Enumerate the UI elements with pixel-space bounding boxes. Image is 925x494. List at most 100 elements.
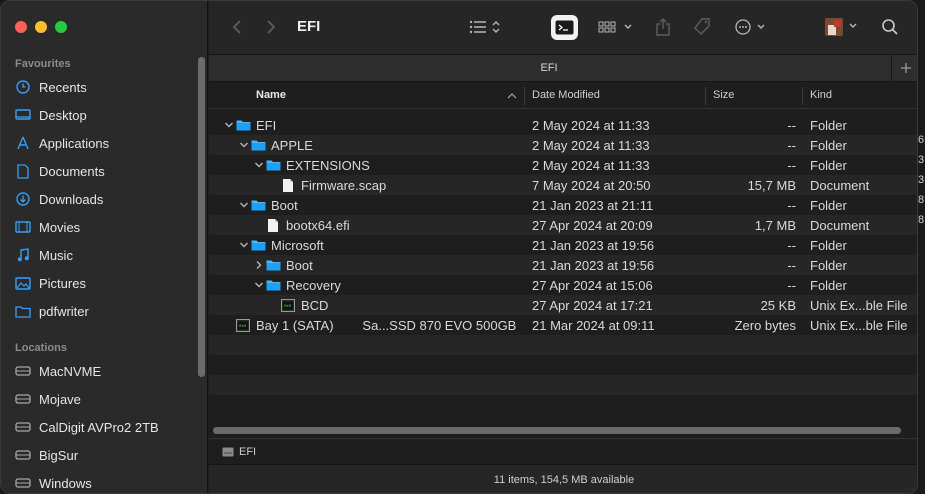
sidebar-item-music[interactable]: Music (15, 243, 195, 267)
sidebar-item-label: Documents (39, 163, 105, 179)
drive-icon (15, 391, 31, 407)
file-kind: Folder (810, 258, 847, 273)
file-kind: Folder (810, 138, 847, 153)
status-text: 11 items, 154,5 MB available (493, 474, 635, 486)
sidebar-item-bigsur[interactable]: BigSur (15, 443, 195, 467)
sidebar: Favourites Recents Desktop Applications Doc… (1, 1, 208, 493)
sidebar-item-documents[interactable]: Documents (15, 159, 195, 183)
horizontal-scrollbar[interactable] (213, 427, 901, 434)
sidebar-item-pictures[interactable]: Pictures (15, 271, 195, 295)
path-bar: EFI (209, 438, 917, 464)
sidebar-item-pdfwriter[interactable]: pdfwriter (15, 299, 195, 323)
sidebar-item-label: Pictures (39, 275, 86, 291)
window-controls (15, 21, 67, 33)
film-icon (15, 219, 31, 235)
column-kind[interactable]: Kind (810, 89, 832, 101)
empty-row (209, 335, 917, 355)
chevron-left-icon (232, 20, 241, 34)
column-date-modified[interactable]: Date Modified (532, 89, 600, 101)
sort-ascending-icon[interactable] (507, 92, 517, 99)
disclosure-open-icon[interactable] (253, 279, 265, 291)
date-modified: 7 May 2024 at 20:50 (532, 178, 651, 193)
background-window-edge: 6 3 3 8 8 (918, 130, 925, 230)
sidebar-item-windows[interactable]: Windows (15, 471, 195, 493)
column-header: Name Date Modified Size Kind (209, 83, 917, 109)
tab-efi[interactable]: EFI (209, 62, 889, 74)
svg-text:exe: exe (239, 323, 247, 328)
disclosure-open-icon[interactable] (223, 119, 235, 131)
file-size: Zero bytes (734, 318, 796, 333)
sidebar-item-movies[interactable]: Movies (15, 215, 195, 239)
disclosure-open-icon[interactable] (238, 199, 250, 211)
table-row[interactable]: EFI 2 May 2024 at 11:33 -- Folder (209, 115, 917, 135)
view-mode-button[interactable] (467, 15, 507, 39)
finder-window: Favourites Recents Desktop Applications Doc… (0, 0, 918, 494)
back-button[interactable] (227, 15, 247, 39)
table-row[interactable]: exe BCD 27 Apr 2024 at 17:21 25 KB Unix Ex..… (209, 295, 917, 315)
sidebar-item-desktop[interactable]: Desktop (15, 103, 195, 127)
file-size: -- (787, 198, 796, 213)
column-name[interactable]: Name (256, 89, 286, 101)
terminal-icon (555, 20, 574, 35)
sidebar-item-mojave[interactable]: Mojave (15, 387, 195, 411)
table-row[interactable]: exe Bay 1 (SATA) Sa...SSD 870 EVO 500GB 21… (209, 315, 917, 335)
disclosure-open-icon[interactable] (238, 139, 250, 151)
share-button[interactable] (653, 15, 673, 39)
file-size: 1,7 MB (754, 218, 796, 233)
folder-icon (265, 277, 281, 293)
table-row[interactable]: Boot 21 Jan 2023 at 19:56 -- Folder (209, 255, 917, 275)
file-kind: Folder (810, 238, 847, 253)
table-row[interactable]: bootx64.efi 27 Apr 2024 at 20:09 1,7 MB Doc… (209, 215, 917, 235)
document-icon (280, 177, 296, 193)
path-bar-item-efi[interactable]: EFI (239, 446, 256, 458)
table-row[interactable]: Recovery 27 Apr 2024 at 15:06 -- Folder (209, 275, 917, 295)
date-modified: 21 Jan 2023 at 21:11 (532, 198, 654, 213)
disclosure-closed-icon[interactable] (253, 259, 265, 271)
sidebar-scrollbar[interactable] (198, 57, 205, 377)
tag-button[interactable] (691, 15, 713, 39)
disclosure-open-icon[interactable] (238, 239, 250, 251)
action-button[interactable] (733, 15, 773, 39)
date-modified: 2 May 2024 at 11:33 (532, 158, 650, 173)
profile-menu-button[interactable] (823, 15, 863, 39)
column-size[interactable]: Size (713, 89, 734, 101)
table-row[interactable]: Microsoft 21 Jan 2023 at 19:56 -- Folder (209, 235, 917, 255)
sidebar-item-label: MacNVME (39, 363, 102, 379)
sidebar-item-label: Desktop (39, 107, 87, 123)
zoom-window-button[interactable] (55, 21, 67, 33)
forward-button[interactable] (261, 15, 281, 39)
document-icon (265, 217, 281, 233)
background-window-text: 6 (918, 134, 925, 146)
disclosure-open-icon[interactable] (253, 159, 265, 171)
new-tab-button[interactable] (891, 55, 917, 81)
sidebar-item-applications[interactable]: Applications (15, 131, 195, 155)
table-row[interactable]: Boot 21 Jan 2023 at 21:11 -- Folder (209, 195, 917, 215)
sidebar-item-downloads[interactable]: Downloads (15, 187, 195, 211)
folder-icon (250, 197, 266, 213)
tab-bar: EFI (209, 54, 917, 82)
file-name: APPLE (271, 138, 313, 153)
background-window-text: 8 (918, 214, 925, 226)
sidebar-item-caldigit-avpro2-2tb[interactable]: CalDigit AVPro2 2TB (15, 415, 195, 439)
table-row[interactable]: EXTENSIONS 2 May 2024 at 11:33 -- Folder (209, 155, 917, 175)
close-window-button[interactable] (15, 21, 27, 33)
sidebar-item-recents[interactable]: Recents (15, 75, 195, 99)
table-row[interactable]: Firmware.scap 7 May 2024 at 20:50 15,7 MB D… (209, 175, 917, 195)
terminal-button[interactable] (551, 15, 578, 40)
folder-icon (15, 303, 31, 319)
executable-icon: exe (280, 297, 296, 313)
drive-icon (222, 447, 234, 457)
search-button[interactable] (879, 15, 901, 39)
music-note-icon (15, 247, 31, 263)
minimize-window-button[interactable] (35, 21, 47, 33)
file-name: Bay 1 (SATA) Sa...SSD 870 EVO 500GB (256, 318, 517, 333)
sidebar-item-label: Downloads (39, 191, 104, 207)
table-row[interactable]: APPLE 2 May 2024 at 11:33 -- Folder (209, 135, 917, 155)
group-button[interactable] (597, 15, 637, 39)
drive-icon (15, 363, 31, 379)
clock-icon (15, 79, 31, 95)
file-size: -- (787, 238, 796, 253)
file-size: -- (787, 158, 796, 173)
file-kind: Unix Ex...ble File (810, 318, 908, 333)
sidebar-item-macnvme[interactable]: MacNVME (15, 359, 195, 383)
